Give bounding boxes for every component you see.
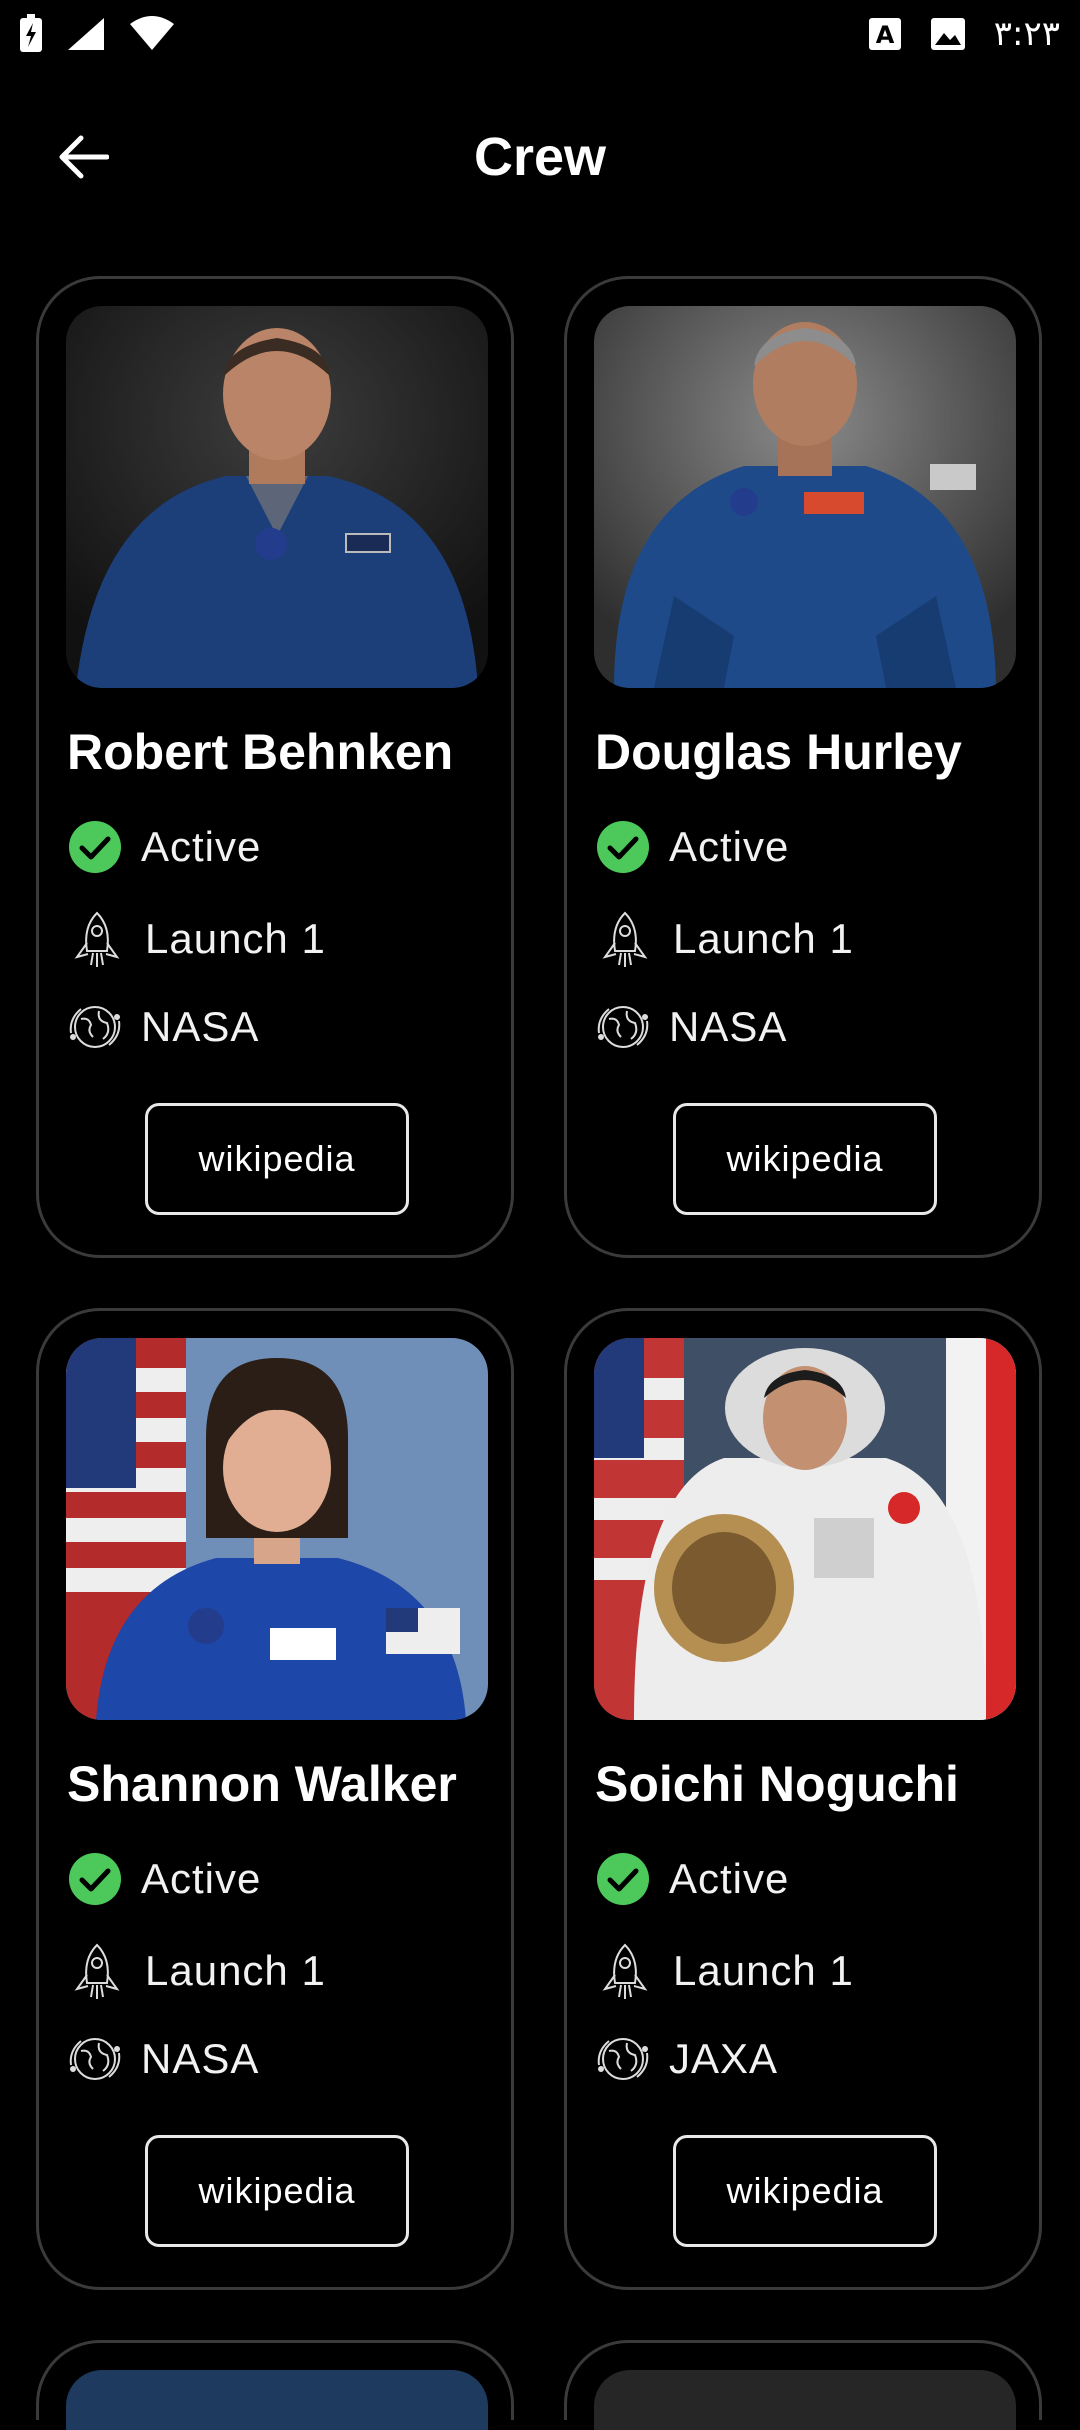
wikipedia-button[interactable]: wikipedia bbox=[673, 1103, 937, 1215]
agency-row: NASA bbox=[67, 2031, 259, 2087]
crew-photo bbox=[594, 1338, 1016, 1720]
crew-card[interactable]: Douglas Hurley Active Launch 1 NASA wiki… bbox=[564, 276, 1042, 1258]
crew-card[interactable]: Soichi Noguchi Active Launch 1 JAXA wiki… bbox=[564, 1308, 1042, 2290]
check-circle-icon bbox=[597, 821, 649, 873]
launch-row: Launch 1 bbox=[67, 909, 326, 969]
crew-agency: NASA bbox=[141, 1003, 260, 1050]
globe-icon bbox=[597, 2038, 649, 2080]
status-row: Active bbox=[595, 1851, 789, 1907]
globe-icon bbox=[69, 1006, 121, 1048]
signal-icon bbox=[68, 18, 104, 50]
crew-agency: JAXA bbox=[669, 2035, 779, 2082]
crew-launch: Launch 1 bbox=[145, 915, 326, 962]
agency-row: NASA bbox=[595, 999, 787, 1055]
crew-name: Douglas Hurley bbox=[595, 724, 962, 780]
status-bar: A ٣:٢٣ bbox=[0, 0, 1080, 70]
crew-name: Robert Behnken bbox=[67, 724, 454, 780]
font-a-icon: A bbox=[868, 18, 901, 50]
crew-status: Active bbox=[141, 823, 262, 870]
globe-icon bbox=[69, 2038, 121, 2080]
status-row: Active bbox=[67, 819, 261, 875]
crew-photo bbox=[594, 306, 1016, 688]
rocket-icon bbox=[74, 1943, 120, 1999]
crew-name: Soichi Noguchi bbox=[595, 1756, 959, 1812]
crew-agency: NASA bbox=[669, 1003, 788, 1050]
rocket-icon bbox=[74, 911, 120, 967]
flash-icon bbox=[20, 14, 42, 52]
wikipedia-button[interactable]: wikipedia bbox=[673, 2135, 937, 2247]
crew-card-partial[interactable] bbox=[36, 2340, 514, 2430]
crew-photo bbox=[66, 1338, 488, 1720]
crew-status: Active bbox=[669, 1855, 790, 1902]
crew-photo bbox=[66, 306, 488, 688]
image-icon bbox=[930, 18, 965, 50]
crew-card[interactable]: Shannon Walker Active Launch 1 NASA wiki… bbox=[36, 1308, 514, 2290]
check-circle-icon bbox=[597, 1853, 649, 1905]
status-time: ٣:٢٣ bbox=[993, 14, 1060, 54]
crew-status: Active bbox=[669, 823, 790, 870]
check-circle-icon bbox=[69, 821, 121, 873]
wifi-icon bbox=[130, 16, 174, 50]
app-bar: Crew bbox=[0, 100, 1080, 212]
rocket-icon bbox=[602, 1943, 648, 1999]
agency-row: NASA bbox=[67, 999, 259, 1055]
crew-launch: Launch 1 bbox=[145, 1947, 326, 1994]
crew-card[interactable]: Robert Behnken Active Launch 1 NASA wiki… bbox=[36, 276, 514, 1258]
launch-row: Launch 1 bbox=[67, 1941, 326, 2001]
check-circle-icon bbox=[69, 1853, 121, 1905]
crew-status: Active bbox=[141, 1855, 262, 1902]
page-title: Crew bbox=[473, 127, 607, 187]
rocket-icon bbox=[602, 911, 648, 967]
wikipedia-button[interactable]: wikipedia bbox=[145, 1103, 409, 1215]
wikipedia-button[interactable]: wikipedia bbox=[145, 2135, 409, 2247]
crew-launch: Launch 1 bbox=[673, 915, 854, 962]
launch-row: Launch 1 bbox=[595, 1941, 854, 2001]
launch-row: Launch 1 bbox=[595, 909, 854, 969]
svg-text:A: A bbox=[875, 21, 894, 49]
agency-row: JAXA bbox=[595, 2031, 778, 2087]
crew-name: Shannon Walker bbox=[67, 1756, 457, 1812]
crew-photo bbox=[594, 2370, 1016, 2430]
crew-card-partial[interactable] bbox=[564, 2340, 1042, 2430]
globe-icon bbox=[597, 1006, 649, 1048]
crew-launch: Launch 1 bbox=[673, 1947, 854, 1994]
crew-photo bbox=[66, 2370, 488, 2430]
crew-agency: NASA bbox=[141, 2035, 260, 2082]
status-row: Active bbox=[595, 819, 789, 875]
status-row: Active bbox=[67, 1851, 261, 1907]
